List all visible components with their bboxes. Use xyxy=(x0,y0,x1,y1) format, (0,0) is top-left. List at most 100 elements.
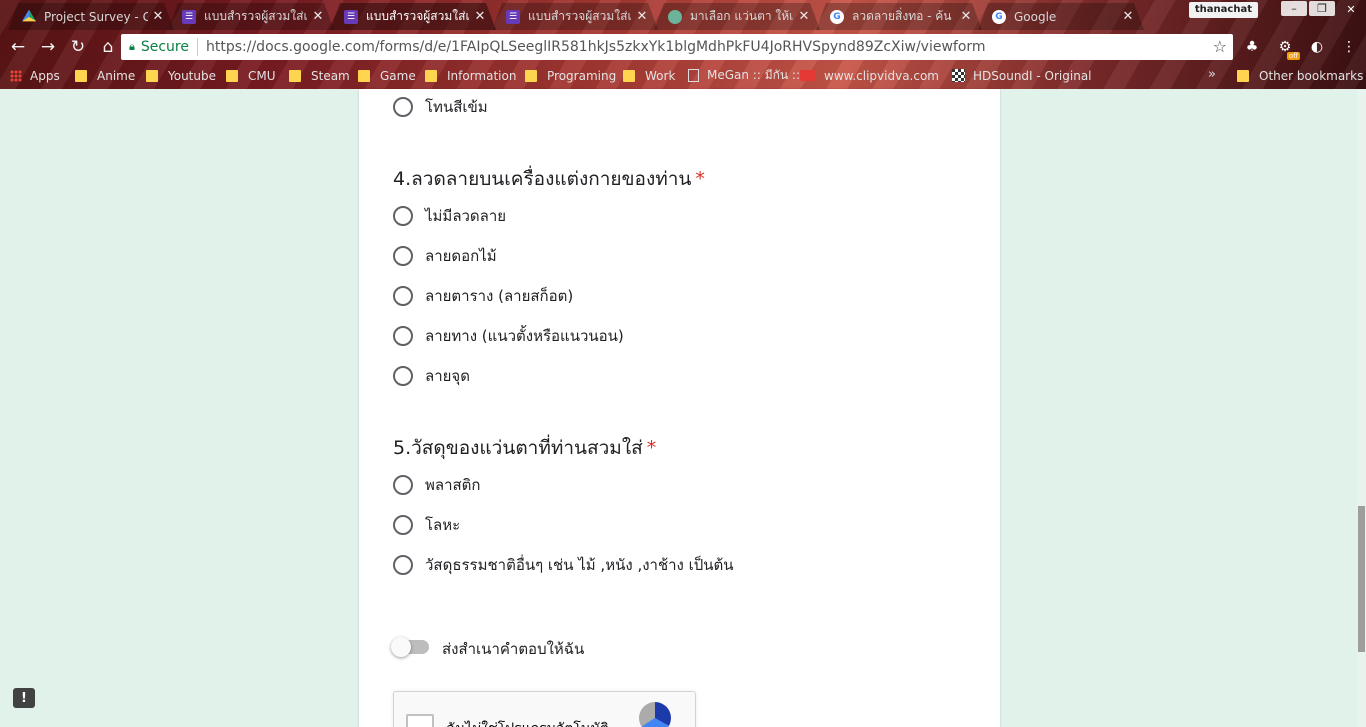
bookmark-information[interactable]: Information xyxy=(425,67,516,84)
url-text[interactable]: https://docs.google.com/forms/d/e/1FAIpQ… xyxy=(206,39,986,55)
option-label: ลายทาง (แนวตั้งหรือแนวนอน) xyxy=(425,327,624,345)
close-icon[interactable]: ✕ xyxy=(636,9,648,24)
folder-icon xyxy=(289,69,301,82)
close-window-icon[interactable]: ✕ xyxy=(1336,0,1366,18)
send-copy-label: ส่งสำเนาคำตอบให้ฉัน xyxy=(442,640,585,658)
radio-circle[interactable] xyxy=(393,206,413,226)
close-icon[interactable]: ✕ xyxy=(312,9,324,24)
scrollbar-thumb[interactable] xyxy=(1358,506,1365,652)
folder-icon xyxy=(525,69,537,82)
radio-option[interactable]: ไม่มีลวดลาย xyxy=(393,205,506,227)
recaptcha-logo-icon xyxy=(639,702,671,727)
bookmark-anime[interactable]: Anime xyxy=(75,67,135,84)
bookmark-clipvidva[interactable]: www.clipvidva.com xyxy=(800,67,939,84)
required-mark: * xyxy=(646,437,657,459)
tab-title: แบบสำรวจผู้สวมใส่แว่ xyxy=(366,9,470,23)
other-bookmarks[interactable]: Other bookmarks xyxy=(1237,67,1363,84)
tab-title: Google xyxy=(1014,9,1057,24)
radio-circle[interactable] xyxy=(393,366,413,386)
close-icon[interactable]: ✕ xyxy=(1122,9,1134,24)
scrollbar[interactable] xyxy=(1357,89,1366,727)
radio-option[interactable]: โลหะ xyxy=(393,514,460,536)
tab-strip: Project Survey - Go ✕ แบบสำรวจผู้สวมใส่แ… xyxy=(0,0,1366,32)
bookmark-label: Other bookmarks xyxy=(1259,68,1364,83)
tab-glasses[interactable]: มาเลือก แว่นตา ให้เหม ✕ xyxy=(654,3,820,30)
close-icon[interactable]: ✕ xyxy=(152,9,164,24)
option-label: ลายดอกไม้ xyxy=(425,247,497,265)
forward-icon[interactable]: → xyxy=(34,33,62,61)
send-copy-toggle[interactable] xyxy=(391,637,429,657)
checker-icon xyxy=(952,69,965,82)
question-5-title: 5.วัสดุของแว่นตาที่ท่านสวมใส่ * xyxy=(393,433,656,463)
bookmark-label: Work xyxy=(645,68,676,83)
radio-circle[interactable] xyxy=(393,515,413,535)
bookmark-game[interactable]: Game xyxy=(358,67,416,84)
close-icon[interactable]: ✕ xyxy=(798,9,810,24)
option-label: ลายจุด xyxy=(425,367,470,385)
bookmark-cmu[interactable]: CMU xyxy=(226,67,276,84)
bookmark-label: Information xyxy=(447,68,517,83)
address-bar[interactable]: 🔒︎ Secure https://docs.google.com/forms/… xyxy=(121,34,1233,60)
folder-icon xyxy=(226,69,238,82)
option-label: โทนสีเข้ม xyxy=(425,98,488,116)
question-4-title: 4.ลวดลายบนเครื่องแต่งกายของท่าน * xyxy=(393,164,705,194)
extension-icon[interactable]: ◐ xyxy=(1308,38,1326,56)
radio-circle[interactable] xyxy=(393,246,413,266)
close-icon[interactable]: ✕ xyxy=(474,9,486,24)
bookmark-label: CMU xyxy=(248,68,276,83)
back-icon[interactable]: ← xyxy=(4,33,32,61)
tab-title: ลวดลายสิ่งทอ - ค้น xyxy=(852,9,952,23)
tab-form-2[interactable]: แบบสำรวจผู้สวมใส่แว่ ✕ xyxy=(330,3,496,30)
adblock-extension-icon[interactable]: ⚙ xyxy=(1276,38,1300,60)
folder-icon xyxy=(146,69,158,82)
tab-form-1[interactable]: แบบสำรวจผู้สวมใส่แว่ ✕ xyxy=(168,3,334,30)
radio-option[interactable]: ลายทาง (แนวตั้งหรือแนวนอน) xyxy=(393,325,624,347)
bookmark-hdsound[interactable]: HDSoundI - Original xyxy=(952,67,1092,84)
radio-option-dark-tone[interactable]: โทนสีเข้ม xyxy=(393,96,488,118)
restore-icon[interactable]: ❐ xyxy=(1309,1,1335,16)
home-icon[interactable]: ⌂ xyxy=(94,33,122,61)
extension-icon[interactable]: ♣ xyxy=(1243,38,1261,56)
bookmark-youtube[interactable]: Youtube xyxy=(146,67,216,84)
question-text: 4.ลวดลายบนเครื่องแต่งกายของท่าน xyxy=(393,168,692,190)
minimize-icon[interactable]: – xyxy=(1281,1,1307,16)
close-icon[interactable]: ✕ xyxy=(960,9,972,24)
radio-circle[interactable] xyxy=(393,555,413,575)
question-text: 5.วัสดุของแว่นตาที่ท่านสวมใส่ xyxy=(393,437,643,459)
radio-circle[interactable] xyxy=(393,97,413,117)
required-mark: * xyxy=(695,168,705,190)
divider xyxy=(197,38,198,56)
option-label: ลายตาราง (ลายสก็อต) xyxy=(425,287,574,305)
tab-project-survey[interactable]: Project Survey - Go ✕ xyxy=(8,3,174,30)
bookmark-programing[interactable]: Programing xyxy=(525,67,616,84)
bookmark-label: HDSoundI - Original xyxy=(973,68,1092,83)
radio-option[interactable]: ลายจุด xyxy=(393,365,470,387)
tab-form-3[interactable]: แบบสำรวจผู้สวมใส่แว่ ✕ xyxy=(492,3,658,30)
reload-icon[interactable]: ↻ xyxy=(64,33,92,61)
tab-google[interactable]: G Google ✕ xyxy=(978,3,1144,30)
folder-icon xyxy=(358,69,370,82)
tab-title: แบบสำรวจผู้สวมใส่แว่ xyxy=(204,9,308,23)
profile-button[interactable]: thanachat xyxy=(1188,2,1258,18)
more-bookmarks-icon[interactable]: » xyxy=(1208,67,1216,82)
bookmark-work[interactable]: Work xyxy=(623,67,675,84)
bookmark-star-icon[interactable]: ☆ xyxy=(1213,37,1227,56)
menu-icon[interactable]: ⋮ xyxy=(1340,38,1358,56)
tab-google-search[interactable]: G ลวดลายสิ่งทอ - ค้น ✕ xyxy=(816,3,982,30)
radio-circle[interactable] xyxy=(393,475,413,495)
radio-option[interactable]: วัสดุธรรมชาติอื่นๆ เช่น ไม้ ,หนัง ,งาช้า… xyxy=(393,554,734,576)
bookmark-megan[interactable]: MeGan :: มีกัน :: xyxy=(688,67,800,84)
radio-circle[interactable] xyxy=(393,326,413,346)
feedback-icon[interactable]: ! xyxy=(13,688,35,708)
browser-chrome: Project Survey - Go ✕ แบบสำรวจผู้สวมใส่แ… xyxy=(0,0,1366,89)
folder-icon xyxy=(623,69,635,82)
bookmark-label: Steam xyxy=(311,68,350,83)
radio-option[interactable]: ลายดอกไม้ xyxy=(393,245,497,267)
bookmark-steam[interactable]: Steam xyxy=(289,67,350,84)
radio-option[interactable]: พลาสติก xyxy=(393,474,480,496)
radio-option[interactable]: ลายตาราง (ลายสก็อต) xyxy=(393,285,573,307)
radio-circle[interactable] xyxy=(393,286,413,306)
recaptcha-checkbox[interactable] xyxy=(406,714,434,727)
bookmark-apps[interactable]: Apps xyxy=(10,67,60,84)
toggle-knob[interactable] xyxy=(391,637,411,657)
